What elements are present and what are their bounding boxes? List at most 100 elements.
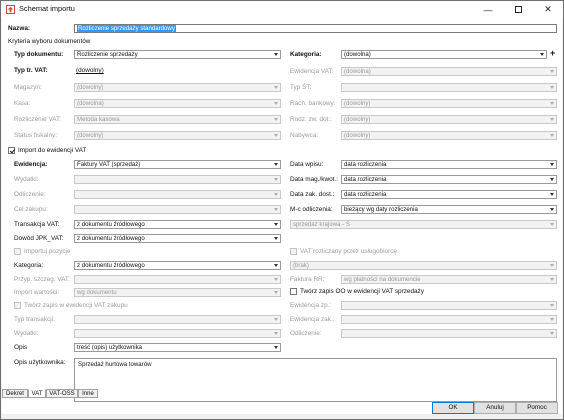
odliczenie-right-select[interactable] bbox=[341, 329, 557, 338]
wydatki-label: Wydatki: bbox=[14, 176, 39, 183]
chevron-down-icon bbox=[274, 178, 278, 181]
opis-select[interactable]: treść (opis) użytkownika bbox=[74, 343, 281, 352]
opis-uzytkownika-value: Sprzedaż hurtowa towarów bbox=[78, 361, 152, 368]
rozliczenie-vat-select[interactable]: Metoda kasowa bbox=[74, 115, 281, 124]
rach-bankowy-select[interactable]: (dowolny) bbox=[341, 99, 557, 108]
rozliczenie-vat-value: Metoda kasowa bbox=[77, 116, 120, 123]
minimize-button[interactable]: — bbox=[473, 1, 503, 18]
ok-button[interactable]: OK bbox=[432, 402, 474, 414]
cancel-button[interactable]: Anuluj bbox=[474, 402, 516, 414]
dialog-content: Nazwa: Rozliczenie sprzedaży standardowy… bbox=[2, 18, 562, 414]
chevron-down-icon bbox=[550, 178, 554, 181]
chevron-down-icon bbox=[274, 118, 278, 121]
opis-label: Opis bbox=[14, 344, 28, 351]
chevron-down-icon bbox=[274, 102, 278, 105]
add-category-button[interactable]: + bbox=[550, 49, 555, 58]
opis-uzytkownika-textarea[interactable]: Sprzedaż hurtowa towarów bbox=[74, 358, 557, 402]
magazyn-select[interactable]: (dowolny) bbox=[74, 83, 281, 92]
sprzedaz-krajowa-select[interactable]: sprzedaż krajowa - S bbox=[290, 220, 557, 229]
rach-bankowy-label: Rach. bankowy: bbox=[290, 100, 336, 107]
brak-select[interactable]: (brak) bbox=[290, 261, 557, 270]
transakcja-vat-select[interactable]: z dokumentu źródłowego bbox=[74, 220, 281, 229]
chevron-down-icon bbox=[550, 163, 554, 166]
help-button[interactable]: Pomoc bbox=[516, 402, 558, 414]
import-wartosci-value: wg dokumentu bbox=[77, 289, 117, 296]
magazyn-label: Magazyn: bbox=[14, 84, 42, 91]
typ-st-select[interactable] bbox=[341, 83, 557, 92]
tworz-zapis-zakup-checkbox[interactable] bbox=[14, 302, 21, 309]
chevron-down-icon bbox=[274, 86, 278, 89]
close-icon: ✕ bbox=[544, 4, 552, 14]
transakcja-vat-label: Transakcja VAT: bbox=[14, 221, 60, 228]
typ-dok-value: Rozliczenie sprzedaży bbox=[77, 51, 138, 58]
importuj-pozycje-label: Importuj pozycje bbox=[24, 248, 71, 255]
kategoria-vat-label: Kategoria: bbox=[14, 262, 44, 269]
przyp-szczeg-select[interactable] bbox=[74, 275, 281, 284]
chevron-down-icon bbox=[274, 346, 278, 349]
chevron-down-icon bbox=[274, 332, 278, 335]
odliczenie-select[interactable] bbox=[74, 190, 281, 199]
kategoria-vat-value: z dokumentu źródłowego bbox=[77, 262, 145, 269]
kasa-label: Kasa: bbox=[14, 100, 31, 107]
faktura-rr-select[interactable]: wg płatności na dokumencie bbox=[341, 275, 557, 284]
brak-value: (brak) bbox=[293, 262, 309, 269]
data-wpisu-label: Data wpisu: bbox=[290, 161, 324, 168]
maximize-button[interactable] bbox=[503, 1, 533, 18]
rodz-zw-dot-select[interactable]: (dowolny) bbox=[341, 115, 557, 124]
transakcja-vat-value: z dokumentu źródłowego bbox=[77, 221, 145, 228]
magazyn-value: (dowolny) bbox=[77, 84, 104, 91]
tworz-zapis-oo-checkbox[interactable] bbox=[290, 288, 297, 295]
typ-transakcji-select[interactable] bbox=[74, 315, 281, 324]
data-wpisu-select[interactable]: data rozliczenia bbox=[341, 160, 557, 169]
kasa-select[interactable]: (dowolna) bbox=[74, 99, 281, 108]
ewidencja-zp-select[interactable] bbox=[341, 301, 557, 310]
ewidencja-vat-select[interactable]: (dowolna) bbox=[341, 67, 557, 76]
cel-zakupu-label: Cel zakupu: bbox=[14, 206, 48, 213]
import-vat-label: Import do ewidencji VAT bbox=[18, 147, 87, 154]
data-mag-select[interactable]: data rozliczenia bbox=[341, 175, 557, 184]
name-input[interactable]: Rozliczenie sprzedaży standardowy bbox=[74, 24, 557, 33]
odliczenie-right-label: Odliczenie: bbox=[290, 330, 322, 337]
mc-odliczenia-select[interactable]: bieżący wg daty rozliczenia bbox=[341, 205, 557, 214]
kategoria-vat-select[interactable]: z dokumentu źródłowego bbox=[74, 261, 281, 270]
mc-odliczenia-label: M-c odliczenia: bbox=[290, 206, 333, 213]
import-wartosci-select[interactable]: wg dokumentu bbox=[74, 288, 281, 297]
window-title: Schemat importu bbox=[19, 4, 75, 13]
typ-dok-label: Typ dokumentu: bbox=[14, 51, 64, 58]
wydatki-select[interactable] bbox=[74, 175, 281, 184]
opis-value: treść (opis) użytkownika bbox=[77, 344, 143, 351]
data-zak-select[interactable]: data rozliczenia bbox=[341, 190, 557, 199]
chevron-down-icon bbox=[274, 134, 278, 137]
status-fiskalny-select[interactable]: (dowolny) bbox=[74, 131, 281, 140]
importuj-pozycje-checkbox[interactable] bbox=[14, 248, 21, 255]
chevron-down-icon bbox=[550, 193, 554, 196]
chevron-down-icon bbox=[550, 223, 554, 226]
chevron-down-icon bbox=[550, 118, 554, 121]
import-schema-icon bbox=[6, 5, 15, 14]
chevron-down-icon bbox=[274, 53, 278, 56]
wydatki2-select[interactable] bbox=[74, 329, 281, 338]
import-vat-checkbox[interactable] bbox=[8, 147, 15, 154]
chevron-down-icon bbox=[274, 223, 278, 226]
ewidencja-select[interactable]: Faktury VAT (sprzedaż) bbox=[74, 160, 281, 169]
ewidencja-zak-select[interactable] bbox=[341, 315, 557, 324]
tab-dekret[interactable]: Dekret bbox=[2, 389, 28, 398]
close-button[interactable]: ✕ bbox=[533, 1, 563, 18]
cel-zakupu-select[interactable] bbox=[74, 205, 281, 214]
tab-vat[interactable]: VAT bbox=[28, 389, 46, 398]
nabywca-select[interactable]: (dowolny) bbox=[341, 131, 557, 140]
typ-dok-select[interactable]: Rozliczenie sprzedaży bbox=[74, 50, 281, 59]
dowod-jpk-select[interactable]: z dokumentu źródłowego bbox=[74, 234, 281, 243]
kategoria-select[interactable]: (dowolna) bbox=[341, 50, 547, 59]
rach-bankowy-value: (dowolny) bbox=[344, 100, 371, 107]
sprzedaz-krajowa-value: sprzedaż krajowa - S bbox=[293, 221, 350, 228]
data-mag-value: data rozliczenia bbox=[344, 176, 387, 183]
typ-transakcji-label: Typ transakcji: bbox=[14, 316, 55, 323]
ewidencja-value: Faktury VAT (sprzedaż) bbox=[77, 161, 141, 168]
tab-vat-oss[interactable]: VAT-OSS bbox=[46, 389, 78, 398]
chevron-down-icon bbox=[274, 193, 278, 196]
typ-vat-link[interactable]: (dowolny) bbox=[76, 67, 104, 75]
ewidencja-vat-label: Ewidencja VAT: bbox=[290, 68, 334, 75]
tab-inne[interactable]: Inne bbox=[78, 389, 98, 398]
vat-rozliczany-checkbox[interactable] bbox=[290, 248, 297, 255]
